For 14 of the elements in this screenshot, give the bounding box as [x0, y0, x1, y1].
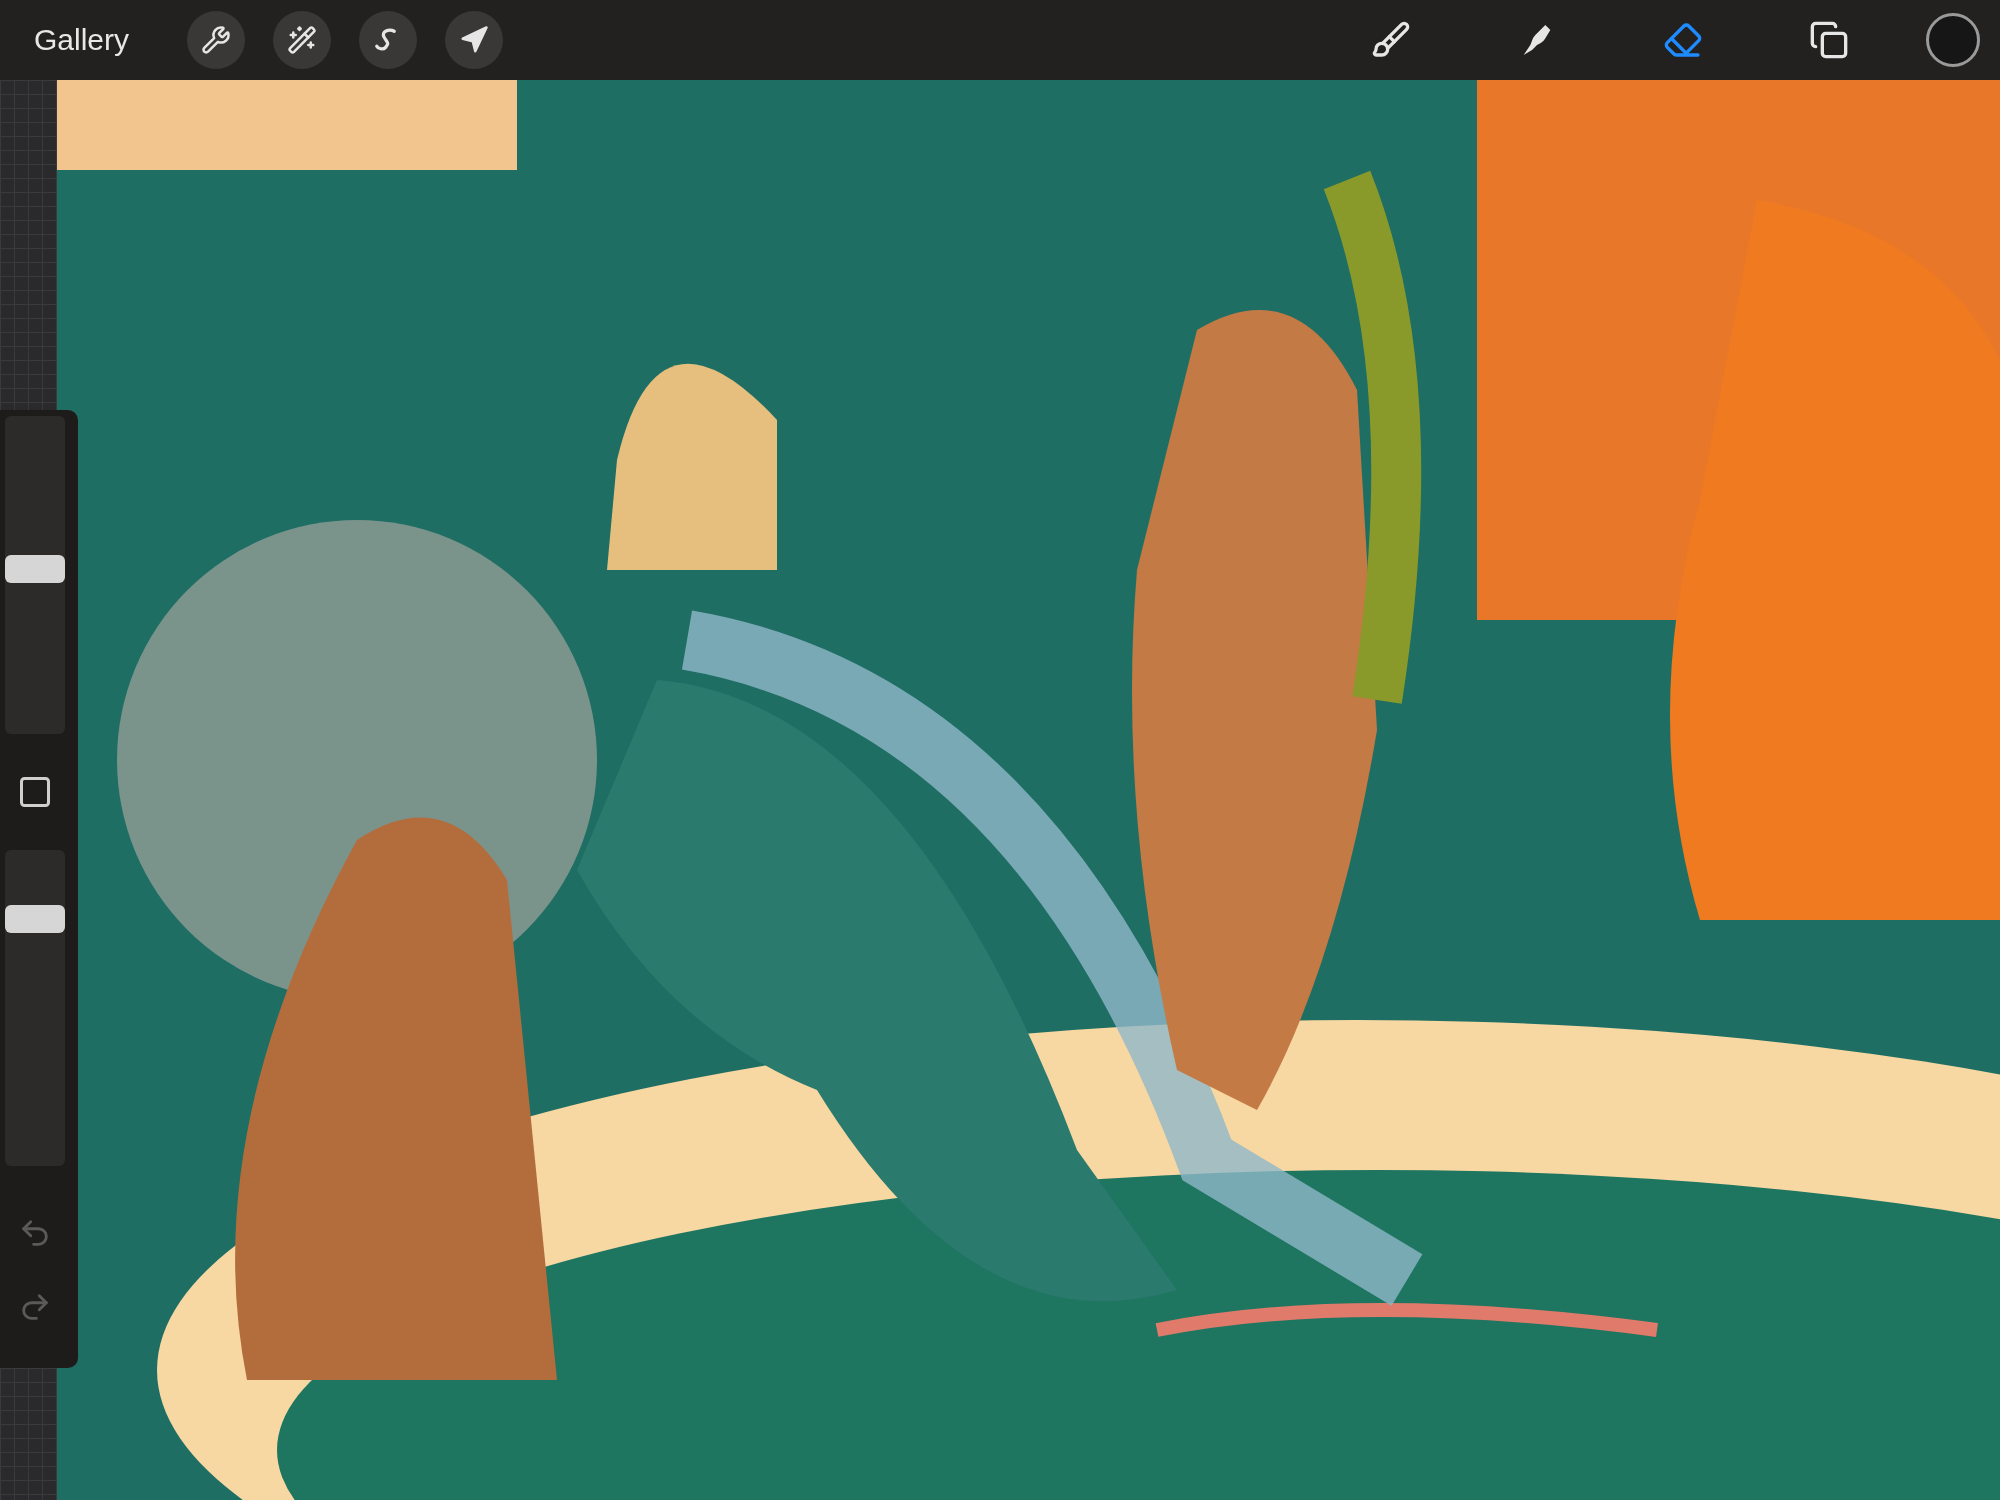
gallery-button[interactable]: Gallery: [34, 23, 130, 57]
color-swatch[interactable]: [1926, 13, 1980, 67]
eraser-icon: [1663, 20, 1703, 60]
square-icon: [17, 774, 53, 810]
size-slider[interactable]: [5, 416, 65, 734]
slider-thumb[interactable]: [5, 904, 65, 933]
slider-thumb[interactable]: [5, 555, 65, 584]
layers-icon: [1809, 20, 1849, 60]
arrow-icon: [459, 25, 490, 55]
magic-wand-icon: [287, 25, 318, 55]
brush-icon: [1371, 20, 1411, 60]
wrench-icon: [201, 25, 232, 55]
modify-button[interactable]: [17, 774, 53, 810]
opacity-slider[interactable]: [5, 850, 65, 1166]
